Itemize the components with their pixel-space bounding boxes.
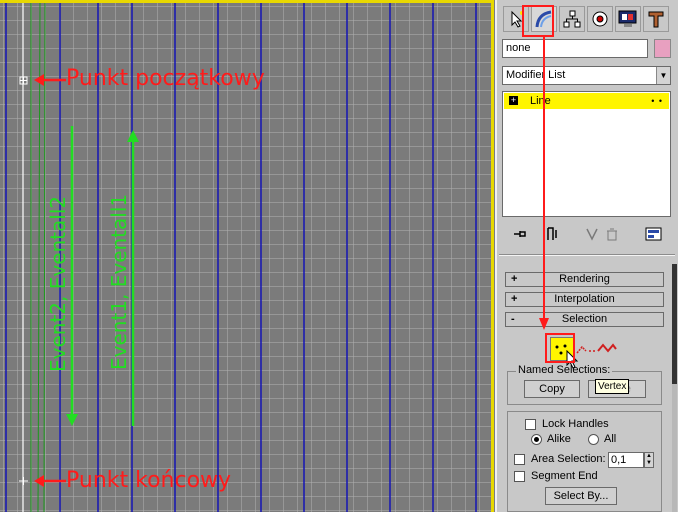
object-name-field[interactable]: none <box>502 39 648 58</box>
start-vertex-marker <box>19 76 28 85</box>
motion-icon <box>592 11 608 27</box>
alike-label: Alike <box>547 433 571 445</box>
expand-icon[interactable]: + <box>509 96 518 105</box>
pin-icon <box>514 231 526 237</box>
tab-utilities[interactable] <box>643 6 669 32</box>
perspective-viewport[interactable]: Punkt początkowy Punkt końcowy Event2, E… <box>0 0 494 512</box>
stack-item-label: Line <box>530 95 551 107</box>
rollout-interpolation[interactable]: + Interpolation <box>505 292 664 307</box>
spline-icon[interactable] <box>597 341 617 355</box>
area-selection-checkbox[interactable] <box>514 454 525 465</box>
command-panel: none Modifier List ▼ + Line • • + Render… <box>495 0 678 512</box>
modifier-list-label: Modifier List <box>506 69 566 81</box>
tab-motion[interactable] <box>587 6 613 32</box>
rollout-title: Selection <box>561 313 608 325</box>
named-selections-group: Named Selections: Copy Paste <box>507 364 662 405</box>
make-unique-icon <box>586 228 598 241</box>
make-unique-button[interactable] <box>582 224 602 244</box>
show-end-result-button[interactable] <box>542 224 562 244</box>
lock-handles-label: Lock Handles <box>542 418 609 430</box>
copy-button[interactable]: Copy <box>524 380 580 398</box>
vertex-tooltip: Vertex <box>595 379 630 394</box>
command-panel-tabs <box>501 6 675 34</box>
up-arrow-label: Event1, Eventall1 <box>107 193 131 370</box>
end-point-arrow <box>34 475 66 487</box>
area-selection-value[interactable]: 0,1 <box>608 452 644 468</box>
start-point-label: Punkt początkowy <box>66 66 265 91</box>
rollout-rendering[interactable]: + Rendering <box>505 272 664 287</box>
chevron-down-icon: ▼ <box>656 67 670 84</box>
pin-stack-button[interactable] <box>510 224 530 244</box>
segment-end-label: Segment End <box>531 470 598 482</box>
down-arrow-label: Event2, Eventall2 <box>46 195 70 372</box>
trash-icon <box>607 228 617 241</box>
show-end-result-icon <box>547 227 557 240</box>
area-selection-label: Area Selection: <box>531 453 606 465</box>
rollout-selection[interactable]: - Selection <box>505 312 664 327</box>
stack-toolbar <box>502 224 672 244</box>
mouse-cursor-icon <box>566 350 579 369</box>
lock-handles-checkbox[interactable] <box>525 419 536 430</box>
start-point-arrow <box>34 74 66 86</box>
tab-modify[interactable] <box>531 6 557 32</box>
modifier-list-dropdown[interactable]: Modifier List ▼ <box>502 66 671 85</box>
rollout-sign: - <box>511 313 515 325</box>
green-line <box>43 0 46 512</box>
modifier-stack: + Line • • <box>502 91 671 217</box>
modify-icon <box>535 10 552 28</box>
end-vertex-marker <box>19 477 28 485</box>
tab-create[interactable] <box>503 6 529 32</box>
selection-options-group: Lock Handles Alike All Area Selection: 0… <box>507 411 662 512</box>
tab-hierarchy[interactable] <box>559 6 585 32</box>
create-icon <box>511 10 524 28</box>
panel-scrollbar-thumb[interactable] <box>672 264 677 384</box>
tab-display[interactable] <box>615 6 641 32</box>
rollout-sign: + <box>511 293 518 305</box>
panel-divider <box>499 254 675 256</box>
area-selection-spinner[interactable]: ▲ ▼ <box>644 452 654 468</box>
rollout-title: Rendering <box>559 273 610 285</box>
vertex-dots-icon: • • <box>651 96 663 106</box>
select-by-button[interactable]: Select By... <box>545 487 617 505</box>
display-icon <box>618 10 637 27</box>
all-radio[interactable] <box>588 434 599 445</box>
rollout-title: Interpolation <box>554 293 615 305</box>
rollout-sign: + <box>511 273 518 285</box>
remove-modifier-button[interactable] <box>602 224 622 244</box>
alike-radio[interactable] <box>531 434 542 445</box>
object-color-swatch[interactable] <box>654 39 671 58</box>
configure-sets-button[interactable] <box>644 224 664 244</box>
hierarchy-icon <box>563 10 581 28</box>
stack-item-line[interactable]: + Line • • <box>504 93 669 109</box>
utilities-icon <box>648 11 664 28</box>
named-selections-title: Named Selections: <box>516 364 613 376</box>
all-label: All <box>604 433 617 445</box>
selection-rollout-body: Named Selections: Copy Paste Lock Handle… <box>505 331 664 512</box>
segment-end-checkbox[interactable] <box>514 471 525 482</box>
end-point-label: Punkt końcowy <box>66 468 232 493</box>
configure-icon <box>645 227 662 241</box>
